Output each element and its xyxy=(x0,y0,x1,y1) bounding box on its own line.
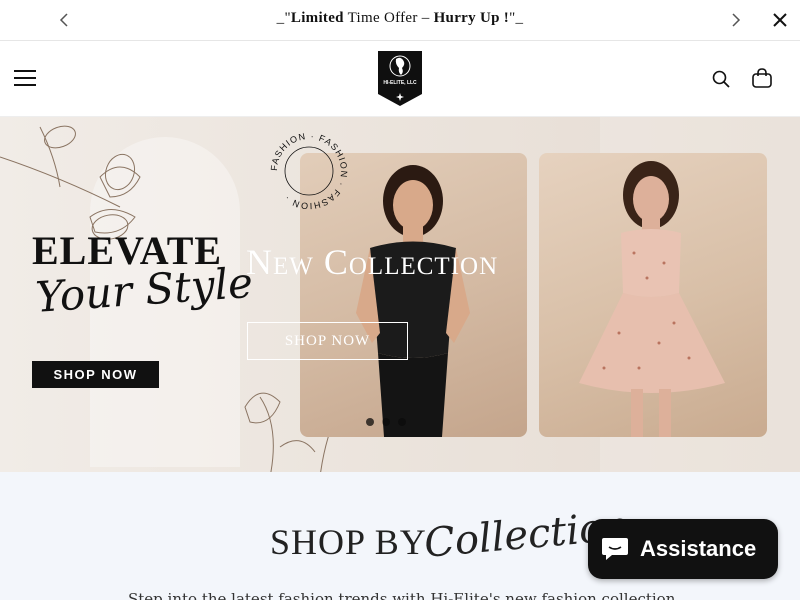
slider-dot[interactable] xyxy=(366,418,374,426)
hamburger-menu-icon[interactable] xyxy=(14,69,36,87)
cart-bag-icon[interactable] xyxy=(751,67,773,89)
slide-title: New Collection xyxy=(246,242,499,282)
slider-dot[interactable] xyxy=(398,418,406,426)
search-icon[interactable] xyxy=(711,69,731,89)
assistance-chat-button[interactable]: Assistance xyxy=(588,519,778,579)
model-photo-floral-dress xyxy=(539,153,767,437)
slider-dot[interactable] xyxy=(382,418,390,426)
announcement-bar: _"Limited Time Offer – Hurry Up !"_ xyxy=(0,0,800,41)
logo-text: HI-ELITE, LLC xyxy=(383,80,417,86)
announcement-suffix: "_ xyxy=(509,10,524,26)
hero-banner[interactable]: ELEVATE Your Style SHOP NOW FASHION · FA… xyxy=(0,117,800,472)
announcement-prefix: _" xyxy=(276,10,291,26)
close-icon[interactable] xyxy=(771,11,789,29)
section-description: Step into the latest fashion trends with… xyxy=(128,590,676,600)
announcement-text: _"Limited Time Offer – Hurry Up !"_ xyxy=(0,10,800,27)
announcement-bold-hurry: Hurry Up ! xyxy=(433,10,510,26)
fashion-circle-badge: FASHION · FASHION · FASHION · xyxy=(269,131,349,211)
svg-text:FASHION · FASHION · FASHION ·: FASHION · FASHION · FASHION · xyxy=(269,131,349,211)
shop-now-button[interactable]: SHOP NOW xyxy=(247,322,408,360)
slider-dots xyxy=(366,418,406,426)
assistance-label: Assistance xyxy=(640,536,757,561)
announcement-bold-limited: Limited xyxy=(290,10,344,26)
section-title: SHOP BY xyxy=(270,522,427,562)
brand-logo[interactable]: HI-ELITE, LLC xyxy=(377,50,423,107)
announcement-middle: Time Offer – xyxy=(343,10,434,26)
chat-bubble-icon xyxy=(602,538,628,560)
site-header: HI-ELITE, LLC xyxy=(0,41,800,117)
badge-text: FASHION · FASHION · FASHION · xyxy=(269,131,348,211)
chevron-right-icon[interactable] xyxy=(726,11,744,29)
hero-shop-now-badge: SHOP NOW xyxy=(32,361,159,388)
